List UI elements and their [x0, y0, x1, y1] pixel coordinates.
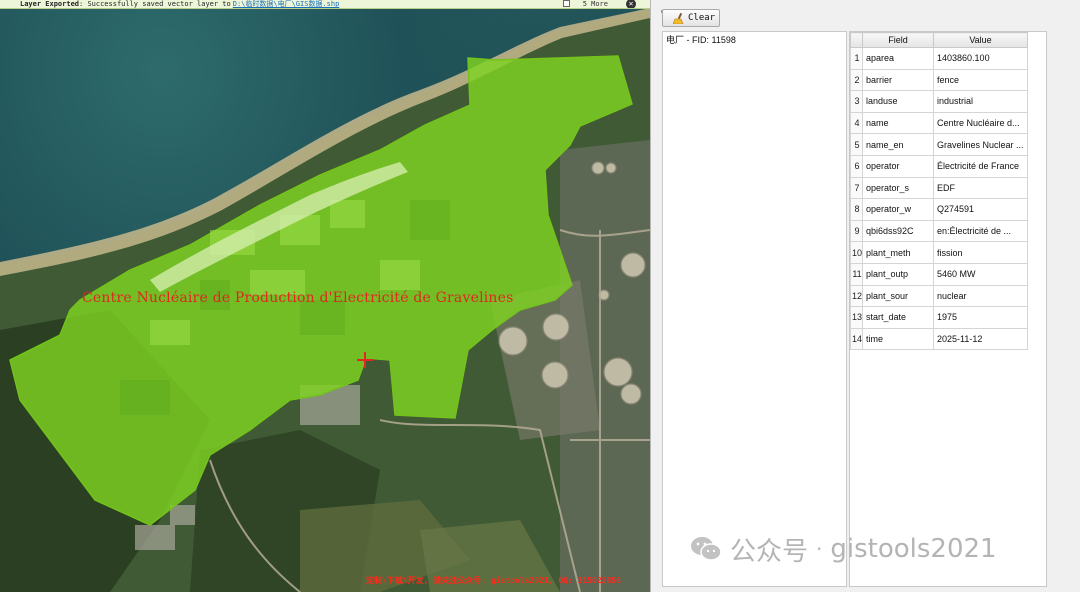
field-cell[interactable]: plant_sour: [862, 284, 935, 308]
value-cell[interactable]: Centre Nucléaire d...: [933, 111, 1029, 135]
broom-icon: [673, 12, 684, 24]
clear-button[interactable]: Clear: [662, 9, 720, 27]
value-cell[interactable]: 1403860.100: [933, 47, 1029, 70]
table-row[interactable]: 9 qbi6dss92C en:Électricité de ...: [850, 219, 1029, 243]
message-bar: Layer Exported: Successfully saved vecto…: [0, 0, 650, 9]
feature-label: Centre Nucléaire de Production d'Electri…: [82, 290, 514, 306]
map-canvas[interactable]: Layer Exported: Successfully saved vecto…: [0, 0, 650, 592]
value-cell[interactable]: Électricité de France: [933, 154, 1029, 178]
row-number: 7: [850, 176, 864, 200]
field-cell[interactable]: operator: [862, 154, 935, 178]
message-more-link[interactable]: 5 More: [583, 0, 608, 8]
row-number: 5: [850, 133, 864, 156]
field-cell[interactable]: aparea: [862, 47, 935, 70]
row-number: 9: [850, 219, 864, 243]
table-row[interactable]: 14 time 2025-11-12: [850, 327, 1029, 351]
table-row[interactable]: 12 plant_sour nuclear: [850, 284, 1029, 308]
value-cell[interactable]: 1975: [933, 306, 1029, 329]
value-cell[interactable]: EDF: [933, 176, 1029, 200]
row-number: 10: [850, 241, 864, 264]
row-number: 12: [850, 284, 864, 308]
field-cell[interactable]: name: [862, 111, 935, 135]
table-row[interactable]: 1 aparea 1403860.100: [850, 47, 1029, 70]
table-row[interactable]: 11 plant_outp 5460 MW: [850, 262, 1029, 286]
row-number: 13: [850, 306, 864, 329]
results-tree[interactable]: 电厂 - FID: 11598: [662, 31, 847, 587]
row-number: 1: [850, 47, 864, 70]
value-cell[interactable]: 5460 MW: [933, 262, 1029, 286]
message-link[interactable]: D:\临时数据\电厂\GIS数据.shp: [233, 0, 340, 8]
clear-button-label: Clear: [688, 13, 716, 23]
table-row[interactable]: 10 plant_meth fission: [850, 241, 1029, 264]
field-cell[interactable]: barrier: [862, 68, 935, 92]
message-text: : Successfully saved vector layer to: [79, 0, 231, 8]
identify-results-panel: Clear 电厂 - FID: 11598 Field Value 1 apare…: [650, 0, 1080, 592]
table-row[interactable]: 5 name_en Gravelines Nuclear ...: [850, 133, 1029, 156]
close-icon[interactable]: ✕: [626, 0, 636, 8]
field-cell[interactable]: qbi6dss92C: [862, 219, 935, 243]
field-cell[interactable]: start_date: [862, 306, 935, 329]
value-column-header[interactable]: Value: [933, 32, 1029, 48]
wechat-brand: 公众号: [730, 536, 809, 567]
table-row[interactable]: 3 landuse industrial: [850, 90, 1029, 113]
row-number: 2: [850, 68, 864, 92]
value-cell[interactable]: industrial: [933, 90, 1029, 113]
wechat-account: gistools2021: [830, 534, 997, 564]
field-cell[interactable]: time: [862, 327, 935, 351]
row-number: 6: [850, 154, 864, 178]
field-column-header[interactable]: Field: [862, 32, 935, 48]
tree-item-feature[interactable]: 电厂 - FID: 11598: [666, 33, 736, 46]
value-cell[interactable]: en:Électricité de ...: [933, 219, 1029, 243]
field-cell[interactable]: plant_outp: [862, 262, 935, 286]
message-title: Layer Exported: [20, 0, 80, 8]
wechat-watermark: 公众号 · gistools2021: [690, 533, 997, 567]
crosshair-icon: [357, 352, 373, 368]
row-number: 3: [850, 90, 864, 113]
table-row[interactable]: 4 name Centre Nucléaire d...: [850, 111, 1029, 135]
value-cell[interactable]: fission: [933, 241, 1029, 264]
value-cell[interactable]: nuclear: [933, 284, 1029, 308]
map-watermark: 定制\下载\开发, 请关注公众号: gistools2021, QQ: 3150…: [366, 576, 621, 585]
table-row[interactable]: 7 operator_s EDF: [850, 176, 1029, 200]
value-cell[interactable]: Q274591: [933, 198, 1029, 221]
row-number-header: [850, 32, 864, 48]
value-cell[interactable]: fence: [933, 68, 1029, 92]
field-cell[interactable]: landuse: [862, 90, 935, 113]
attribute-table[interactable]: Field Value 1 aparea 1403860.100 2 barrier fe…: [849, 31, 1047, 587]
field-cell[interactable]: plant_meth: [862, 241, 935, 264]
wechat-icon: [691, 537, 722, 561]
field-cell[interactable]: name_en: [862, 133, 935, 156]
table-row[interactable]: 6 operator Électricité de France: [850, 154, 1029, 178]
value-cell[interactable]: 2025-11-12: [933, 327, 1029, 351]
table-row[interactable]: 8 operator_w Q274591: [850, 198, 1029, 221]
table-row[interactable]: 2 barrier fence: [850, 68, 1029, 92]
field-cell[interactable]: operator_w: [862, 198, 935, 221]
row-number: 14: [850, 327, 864, 351]
value-cell[interactable]: Gravelines Nuclear ...: [933, 133, 1029, 156]
row-number: 8: [850, 198, 864, 221]
field-cell[interactable]: operator_s: [862, 176, 935, 200]
panel-toolbar-remnant: [661, 0, 781, 13]
row-number: 11: [850, 262, 864, 286]
message-checkbox[interactable]: [563, 0, 570, 7]
row-number: 4: [850, 111, 864, 135]
wechat-separator: ·: [816, 537, 823, 561]
table-row[interactable]: 13 start_date 1975: [850, 306, 1029, 329]
